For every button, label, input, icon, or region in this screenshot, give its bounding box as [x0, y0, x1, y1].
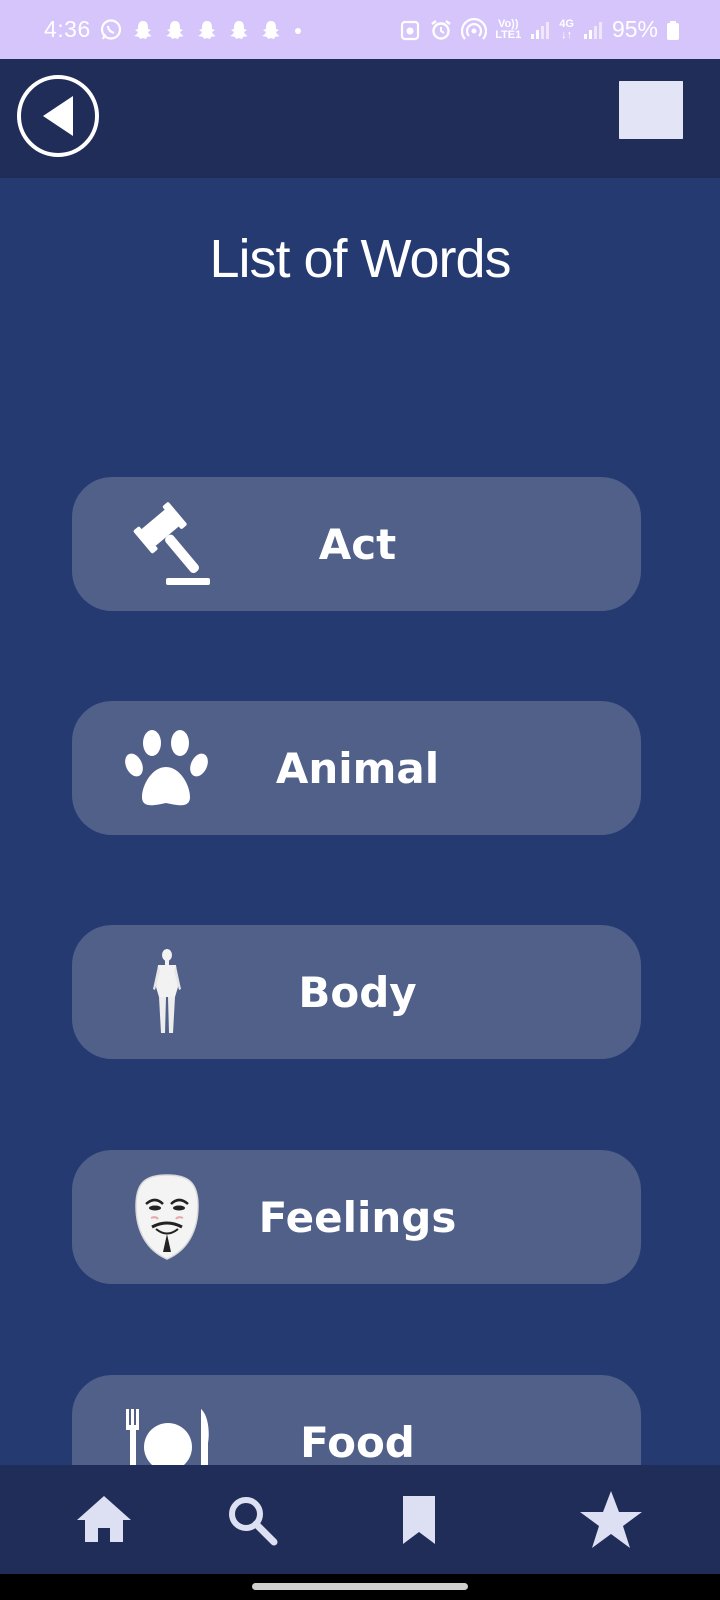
home-icon: [75, 1494, 133, 1546]
category-label: Feelings: [258, 1192, 457, 1242]
category-card-food[interactable]: Food: [72, 1375, 641, 1465]
page-title: List of Words: [209, 229, 511, 289]
nav-search-button[interactable]: [219, 1487, 285, 1553]
category-card-act[interactable]: Act: [72, 477, 641, 611]
category-card-feelings[interactable]: Feelings: [72, 1150, 641, 1284]
category-list[interactable]: List of Words Act Animal Body Feelings F…: [0, 0, 720, 1465]
category-label: Body: [298, 967, 417, 1017]
category-label: Act: [318, 519, 397, 569]
category-label: Food: [300, 1417, 415, 1466]
category-card-animal[interactable]: Animal: [72, 701, 641, 835]
search-icon: [224, 1492, 280, 1548]
nav-favorites-button[interactable]: [578, 1487, 644, 1553]
nav-bookmark-button[interactable]: [386, 1487, 452, 1553]
category-label: Animal: [275, 743, 440, 793]
category-card-body[interactable]: Body: [72, 925, 641, 1059]
nav-home-button[interactable]: [71, 1487, 137, 1553]
system-gesture-bar: [0, 1574, 720, 1600]
bottom-nav: [0, 1465, 720, 1574]
home-gesture-handle[interactable]: [252, 1583, 468, 1590]
bookmark-icon: [399, 1494, 439, 1546]
star-icon: [578, 1489, 644, 1551]
